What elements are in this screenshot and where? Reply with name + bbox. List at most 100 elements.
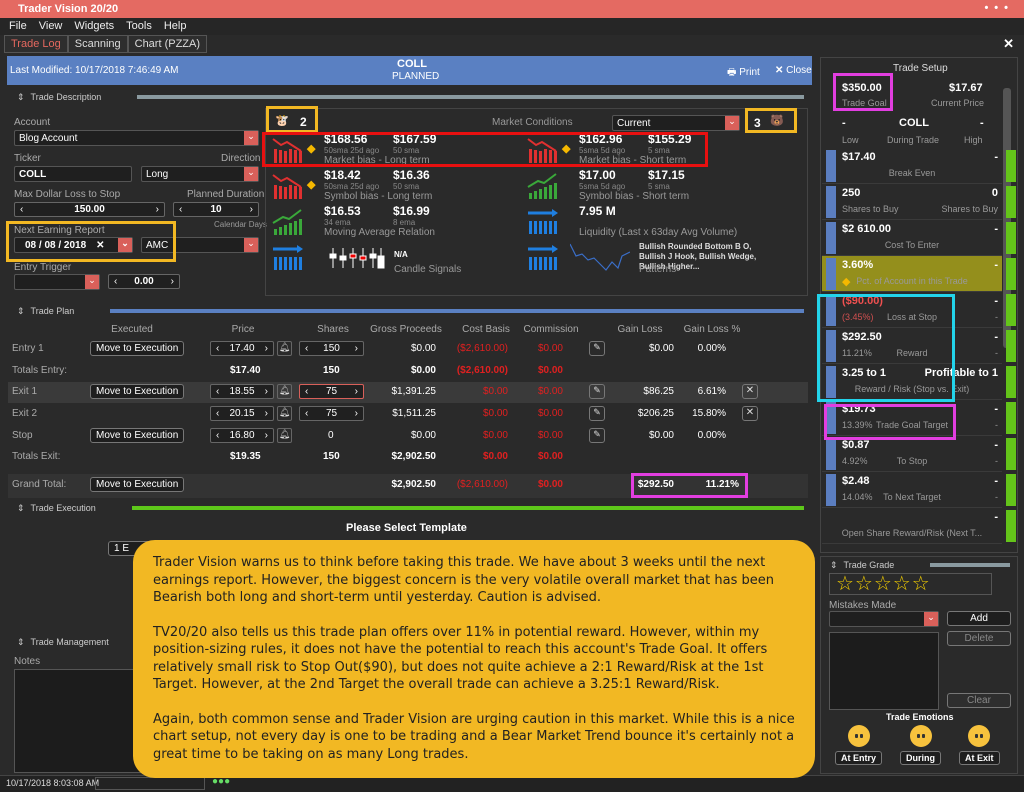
value-primary-note: 50sma 25d ago (324, 182, 380, 191)
callout-paragraph: TV20/20 also tells us this trade plan of… (153, 624, 768, 693)
move-to-execution-button[interactable]: Move to Execution (90, 428, 185, 443)
market-condition-item: Bullish Rounded Bottom B O, Bullish J Ho… (524, 240, 784, 276)
trade-grade-header[interactable]: ⇕ Trade Grade (820, 558, 1018, 572)
max-loss-stepper[interactable]: ‹ 150.00 › (14, 202, 165, 217)
shares-total: 150 (323, 365, 340, 376)
status-indicator (1006, 186, 1016, 218)
flat-trend-icon (526, 207, 560, 240)
gross-proceeds: $2,902.50 (391, 451, 437, 462)
add-button[interactable]: Add (947, 611, 1011, 626)
entry-trigger-stepper[interactable]: ‹ 0.00 › (108, 274, 180, 289)
shares-stepper[interactable]: ‹ 150 › (299, 341, 364, 356)
chevron-down-icon[interactable]: ⌄ (85, 275, 99, 289)
tab-trade-log[interactable]: Trade Log (4, 35, 68, 53)
edit-pencil-icon[interactable]: ✎ (589, 428, 605, 443)
menu-help[interactable]: Help (164, 20, 187, 33)
annotation-callout: Trader Vision warns us to think before t… (133, 540, 815, 778)
tab-chart[interactable]: Chart (PZZA) (127, 35, 208, 53)
collapse-icon[interactable]: ⇕ (17, 503, 25, 514)
section-bar (110, 309, 804, 313)
setup-value-right: - (994, 295, 998, 307)
menu-view[interactable]: View (39, 20, 63, 33)
shares-stepper[interactable]: ‹ 75 › (299, 406, 364, 421)
price-stepper[interactable]: ‹ 16.80 › (210, 428, 274, 443)
flat-trend-icon (271, 243, 305, 276)
star-rating[interactable]: ☆☆☆☆☆ (829, 573, 992, 595)
shares-stepper[interactable]: ‹ 75 › (299, 384, 364, 399)
setup-value: $2 610.00 (842, 223, 891, 235)
price-stepper[interactable]: ‹ 17.40 › (210, 341, 274, 356)
collapse-icon[interactable]: ⇕ (17, 92, 25, 103)
emotion-at-exit[interactable]: At Exit (959, 725, 1000, 765)
account-label: Account (14, 117, 51, 128)
collapse-icon[interactable]: ⇕ (830, 560, 838, 571)
clear-button[interactable]: Clear (947, 693, 1011, 708)
chevron-down-icon[interactable]: ⌄ (244, 238, 258, 252)
high-value: - (980, 117, 984, 129)
setup-caption: To Stop (896, 456, 928, 466)
move-to-execution-button[interactable]: Move to Execution (90, 341, 185, 356)
alert-bell-icon[interactable]: 🔔︎ (277, 384, 292, 399)
chevron-down-icon[interactable]: ⌄ (924, 612, 938, 626)
commission: $0.00 (537, 365, 563, 376)
market-conditions-select[interactable]: Current ⌄ (612, 115, 740, 131)
alert-bell-icon[interactable]: 🔔︎ (277, 406, 292, 421)
close-button[interactable]: ✕ Close (775, 65, 812, 76)
move-to-execution-button[interactable]: Move to Execution (90, 384, 185, 399)
mistakes-list[interactable] (829, 632, 939, 710)
market-condition-item: 7.95 M Liquidity (Last x 63day Avg Volum… (524, 204, 784, 240)
setup-sublabel-right: - (995, 348, 998, 358)
direction-select[interactable]: Long ⌄ (141, 166, 259, 182)
value-secondary: $17.15 (648, 168, 685, 182)
setup-row: $2 610.00 - Cost To Enter (822, 220, 1016, 256)
alert-bell-icon[interactable]: 🔔︎ (277, 341, 292, 356)
print-button[interactable]: 🖶 Print (727, 65, 760, 82)
alert-bell-icon[interactable]: 🔔︎ (277, 428, 292, 443)
mistakes-select[interactable]: ⌄ (829, 611, 939, 627)
delete-row-icon[interactable]: ✕ (742, 384, 758, 399)
price-stepper[interactable]: ‹ 18.55 › (210, 384, 274, 399)
collapse-icon[interactable]: ⇕ (17, 637, 25, 648)
ticker-input[interactable]: COLL (14, 166, 132, 182)
gain-loss: $206.25 (637, 408, 674, 419)
account-select[interactable]: Blog Account ⌄ (14, 130, 259, 146)
emotion-at-entry[interactable]: At Entry (835, 725, 883, 765)
setup-sublabel: Shares to Buy (842, 204, 899, 214)
close-tab-icon[interactable]: ✕ (1003, 36, 1014, 52)
chevron-down-icon[interactable]: ⌄ (725, 116, 739, 130)
status-time: 10/17/2018 8:03:08 AM (6, 778, 100, 788)
setup-value: $0.87 (842, 439, 870, 451)
menu-file[interactable]: File (9, 20, 27, 33)
chevron-down-icon[interactable]: ⌄ (244, 167, 258, 181)
move-to-execution-button[interactable]: Move to Execution (90, 477, 185, 492)
price-stepper[interactable]: ‹ 20.15 › (210, 406, 274, 421)
menu-tools[interactable]: Tools (126, 20, 152, 33)
status-indicator (1006, 330, 1016, 362)
tab-scanning[interactable]: Scanning (67, 35, 128, 53)
pattern-sparkline (570, 243, 630, 271)
emotion-during[interactable]: During (900, 725, 942, 765)
status-indicator (1006, 222, 1016, 254)
section-title: Trade Execution (30, 503, 96, 513)
chevron-down-icon[interactable]: ⌄ (244, 131, 258, 145)
collapse-icon[interactable]: ⇕ (17, 306, 25, 317)
window-menu-dots-icon[interactable]: ••• (984, 2, 1014, 14)
trade-plan-header[interactable]: ⇕ Trade Plan (7, 304, 812, 318)
trade-execution-header[interactable]: ⇕ Trade Execution (7, 501, 812, 515)
template-prompt: Please Select Template (346, 522, 467, 534)
entry-trigger-select[interactable]: ⌄ (14, 274, 100, 290)
menu-widgets[interactable]: Widgets (74, 20, 114, 33)
edit-pencil-icon[interactable]: ✎ (589, 384, 605, 399)
notes-textarea[interactable] (14, 669, 144, 773)
cost-basis: ($2,610.00) (456, 343, 508, 354)
last-modified: Last Modified: 10/17/2018 7:46:49 AM (10, 65, 179, 76)
duration-unit: Calendar Days (214, 220, 267, 229)
duration-stepper[interactable]: ‹ 10 › (173, 202, 259, 217)
trade-description-header[interactable]: ⇕ Trade Description (7, 90, 812, 104)
edit-pencil-icon[interactable]: ✎ (589, 341, 605, 356)
delete-row-icon[interactable]: ✕ (742, 406, 758, 421)
status-input[interactable] (95, 777, 205, 790)
edit-pencil-icon[interactable]: ✎ (589, 406, 605, 421)
row-label: Totals Entry: (12, 365, 68, 376)
delete-button[interactable]: Delete (947, 631, 1011, 646)
